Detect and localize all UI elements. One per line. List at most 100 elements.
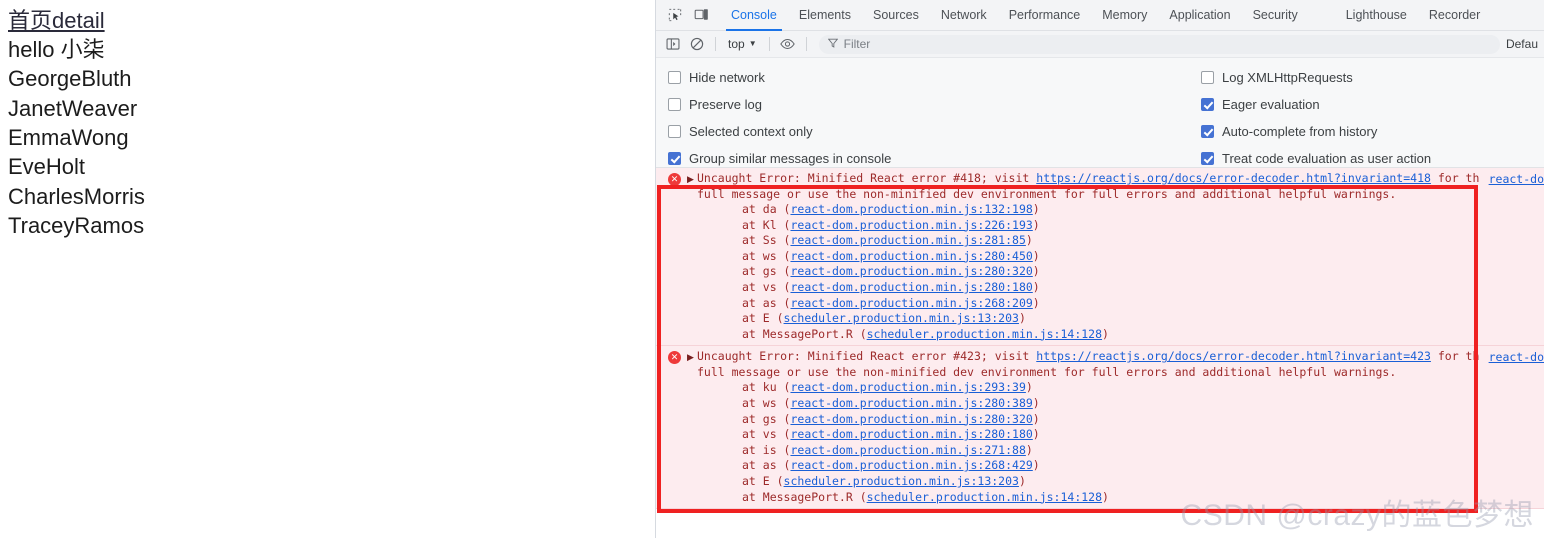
stack-frame-location[interactable]: react-dom.production.min.js:268:209: [790, 296, 1032, 310]
home-detail-link[interactable]: 首页detail: [8, 8, 105, 35]
greeting-text: hello 小柒: [8, 36, 105, 62]
tab-security[interactable]: Security: [1242, 0, 1309, 31]
screenshot-root: 首页detail hello 小柒 GeorgeBluth JanetWeave…: [0, 0, 1544, 538]
stack-frame-location[interactable]: scheduler.production.min.js:13:203: [784, 474, 1019, 488]
expand-triangle-icon[interactable]: ▶: [684, 171, 697, 188]
list-item: EveHolt: [8, 154, 86, 180]
web-page-viewport: 首页detail hello 小柒 GeorgeBluth JanetWeave…: [0, 0, 655, 538]
expand-triangle-icon[interactable]: ▶: [684, 349, 697, 366]
page-content: 首页detail hello 小柒 GeorgeBluth JanetWeave…: [0, 0, 655, 240]
stack-frame-location[interactable]: scheduler.production.min.js:13:203: [784, 311, 1019, 325]
stack-frame-fn: at E (: [742, 473, 784, 488]
tab-application[interactable]: Application: [1158, 0, 1241, 31]
stack-frame-close: ): [1018, 473, 1026, 488]
list-item: CharlesMorris: [8, 183, 145, 209]
stack-frame-close: ): [1032, 458, 1040, 473]
console-message-list[interactable]: ✕ ▶ Uncaught Error: Minified React error…: [656, 168, 1544, 538]
console-error-entry[interactable]: ✕ ▶ Uncaught Error: Minified React error…: [656, 346, 1544, 510]
error-source-link[interactable]: react-do: [1489, 349, 1544, 366]
stack-frame-location[interactable]: react-dom.production.min.js:280:180: [790, 280, 1032, 294]
checkbox[interactable]: [1201, 125, 1214, 138]
setting-eager-evaluation[interactable]: Eager evaluation: [1201, 91, 1431, 118]
tab-lighthouse[interactable]: Lighthouse: [1335, 0, 1418, 31]
stack-frame-close: ): [1032, 248, 1040, 263]
error-message-line2: full message or use the non-minified dev…: [697, 364, 1397, 379]
stack-frame-location[interactable]: react-dom.production.min.js:280:320: [790, 264, 1032, 278]
setting-autocomplete-from-history[interactable]: Auto-complete from history: [1201, 118, 1431, 145]
stack-frame-fn: at as (: [742, 458, 791, 473]
stack-frame-close: ): [1032, 279, 1040, 294]
stack-frame-close: ): [1032, 295, 1040, 310]
stack-frame-location[interactable]: scheduler.production.min.js:14:128: [867, 490, 1102, 504]
stack-frame-fn: at gs (: [742, 264, 791, 279]
error-header: ✕ ▶ Uncaught Error: Minified React error…: [656, 170, 1544, 202]
stack-frame-close: ): [1025, 233, 1033, 248]
stack-frame-location[interactable]: react-dom.production.min.js:268:429: [790, 458, 1032, 472]
console-sidebar-icon[interactable]: [661, 32, 685, 56]
csdn-watermark: CSDN @crazy的蓝色梦想: [1180, 499, 1534, 532]
inspect-element-icon[interactable]: [662, 2, 688, 28]
setting-label: Group similar messages in console: [689, 151, 892, 166]
checkbox[interactable]: [668, 125, 681, 138]
tab-console[interactable]: Console: [720, 0, 788, 31]
tab-recorder[interactable]: Recorder: [1418, 0, 1491, 31]
setting-group-similar-messages[interactable]: Group similar messages in console: [668, 145, 892, 167]
checkbox[interactable]: [1201, 71, 1214, 84]
clear-console-icon[interactable]: [685, 32, 709, 56]
checkbox[interactable]: [1201, 98, 1214, 111]
setting-selected-context-only[interactable]: Selected context only: [668, 118, 891, 145]
setting-label: Selected context only: [689, 124, 813, 139]
toolbar-divider: [768, 37, 770, 51]
list-item: TraceyRamos: [8, 213, 145, 239]
live-expression-icon[interactable]: [776, 32, 800, 56]
setting-label: Treat code evaluation as user action: [1222, 151, 1432, 166]
checkbox[interactable]: [668, 98, 681, 111]
checkbox[interactable]: [1201, 152, 1214, 165]
stack-frame-location[interactable]: react-dom.production.min.js:280:320: [790, 412, 1032, 426]
tab-network[interactable]: Network: [930, 0, 998, 31]
error-circle-icon: ✕: [668, 173, 681, 186]
stack-frame-close: ): [1032, 395, 1040, 410]
error-source-link[interactable]: react-do: [1489, 171, 1544, 188]
stack-frame-location[interactable]: react-dom.production.min.js:132:198: [790, 202, 1032, 216]
tab-performance[interactable]: Performance: [998, 0, 1092, 31]
stack-frame-fn: at ws (: [742, 395, 791, 410]
console-filter-input[interactable]: Filter: [818, 34, 1500, 54]
setting-label: Hide network: [689, 70, 765, 85]
error-decoder-link[interactable]: https://reactjs.org/docs/error-decoder.h…: [1036, 349, 1431, 363]
stack-frame-close: ): [1025, 442, 1033, 457]
checkbox[interactable]: [668, 71, 681, 84]
stack-frame-location[interactable]: react-dom.production.min.js:280:180: [790, 427, 1032, 441]
tab-sources[interactable]: Sources: [862, 0, 930, 31]
checkbox[interactable]: [668, 152, 681, 165]
stack-frame-close: ): [1025, 380, 1033, 395]
setting-treat-code-evaluation-as-user-action[interactable]: Treat code evaluation as user action: [1201, 145, 1432, 167]
error-message-post: for th: [1430, 349, 1480, 364]
console-error-entry[interactable]: ✕ ▶ Uncaught Error: Minified React error…: [656, 168, 1544, 347]
error-decoder-link[interactable]: https://reactjs.org/docs/error-decoder.h…: [1036, 171, 1431, 185]
device-toolbar-icon[interactable]: [688, 2, 714, 28]
tab-memory[interactable]: Memory: [1091, 0, 1158, 31]
stack-frame-location[interactable]: react-dom.production.min.js:280:450: [790, 249, 1032, 263]
error-message: Uncaught Error: Minified React error #41…: [697, 171, 1544, 202]
stack-frame-location[interactable]: react-dom.production.min.js:280:389: [790, 396, 1032, 410]
console-toolbar: top ▼ Filter Defau: [656, 31, 1544, 58]
setting-log-xmlhttprequests[interactable]: Log XMLHttpRequests: [1201, 64, 1431, 91]
stack-frame-fn: at gs (: [742, 411, 791, 426]
execution-context-value: top: [728, 37, 745, 51]
toolbar-divider: [715, 37, 716, 51]
tab-elements[interactable]: Elements: [788, 0, 862, 31]
list-item: GeorgeBluth: [8, 66, 132, 92]
stack-frame-location[interactable]: react-dom.production.min.js:226:193: [790, 218, 1032, 232]
execution-context-select[interactable]: top ▼: [722, 36, 763, 52]
stack-frame-location[interactable]: react-dom.production.min.js:271:88: [790, 443, 1025, 457]
stack-frame-location[interactable]: react-dom.production.min.js:293:39: [790, 380, 1025, 394]
setting-preserve-log[interactable]: Preserve log: [668, 91, 891, 118]
error-message-line2: full message or use the non-minified dev…: [697, 186, 1397, 201]
log-levels-select[interactable]: Defau: [1506, 37, 1544, 51]
stack-frame-location[interactable]: scheduler.production.min.js:14:128: [867, 327, 1102, 341]
console-settings-left-column: Hide network Preserve log Selected conte…: [668, 64, 892, 167]
setting-hide-network[interactable]: Hide network: [668, 64, 891, 91]
setting-label: Auto-complete from history: [1222, 124, 1378, 139]
stack-frame-location[interactable]: react-dom.production.min.js:281:85: [790, 233, 1025, 247]
